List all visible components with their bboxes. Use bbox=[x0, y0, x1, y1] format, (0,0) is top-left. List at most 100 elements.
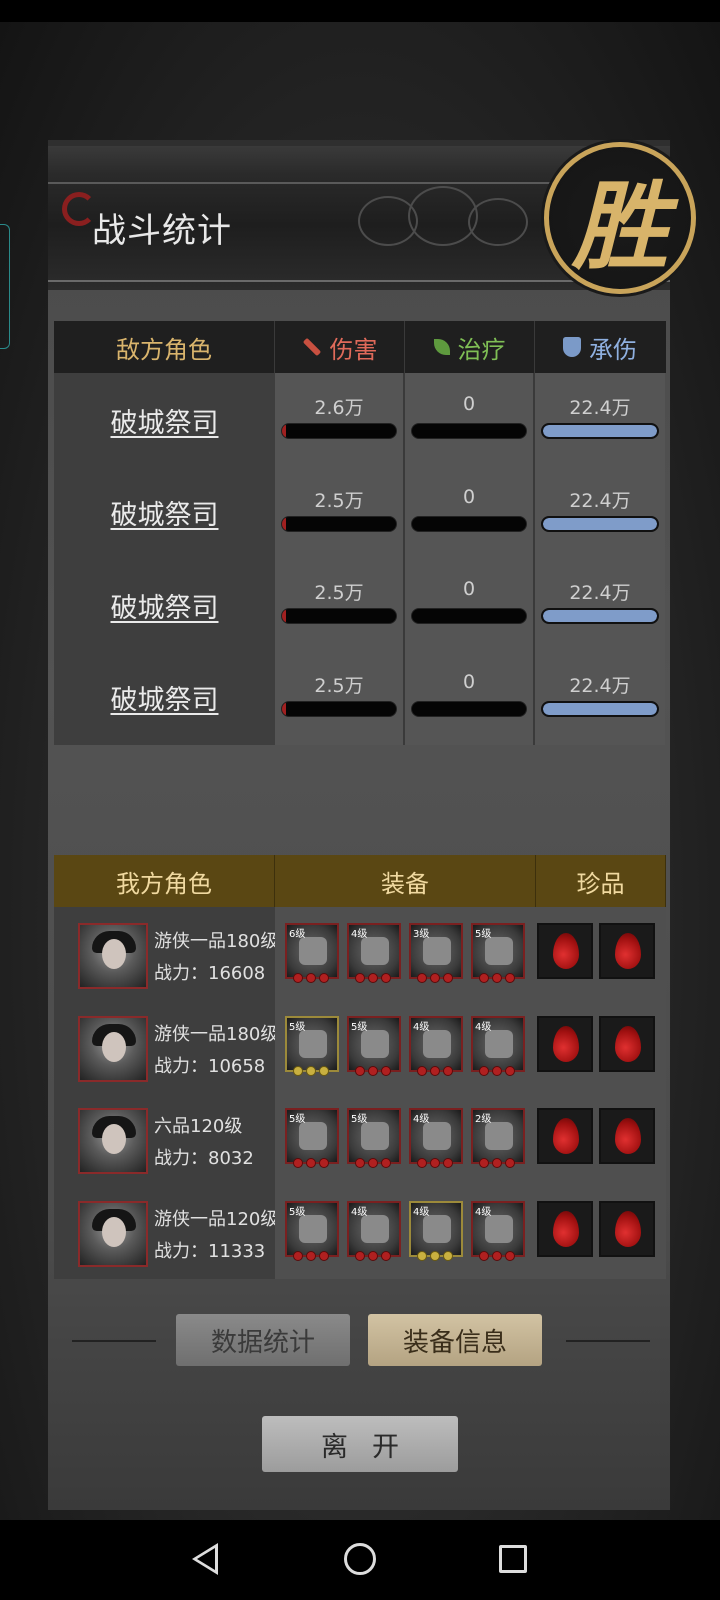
equipment-icon bbox=[485, 937, 513, 965]
star-dot bbox=[319, 1065, 329, 1076]
home-button[interactable] bbox=[335, 1534, 385, 1584]
star-dot bbox=[293, 1065, 303, 1076]
equipment-slot[interactable]: 5级 bbox=[285, 1015, 339, 1076]
equipment-icon bbox=[485, 1214, 513, 1243]
equipment-stars bbox=[417, 1065, 453, 1076]
enemy-name-link[interactable]: 破城祭司 bbox=[111, 678, 219, 717]
star-dot bbox=[306, 973, 316, 983]
damage-cell: 2.6万 bbox=[275, 373, 405, 467]
equipment-slot[interactable]: 2级 bbox=[471, 1108, 525, 1168]
enemy-name-link[interactable]: 破城祭司 bbox=[111, 493, 219, 532]
equipment-slot[interactable]: 4级 bbox=[347, 923, 401, 983]
ally-table-header: 我方角色 装备 珍品 bbox=[54, 855, 666, 907]
leave-button[interactable]: 离开 bbox=[262, 1416, 458, 1472]
equipment-slot[interactable]: 5级 bbox=[347, 1108, 401, 1168]
ally-role-header: 我方角色 bbox=[54, 855, 275, 907]
equipment-level: 5级 bbox=[289, 1206, 306, 1218]
equipment-slot[interactable]: 5级 bbox=[347, 1015, 401, 1076]
equipment-slot[interactable]: 5级 bbox=[285, 1108, 339, 1168]
star-dot bbox=[293, 973, 303, 983]
treasure-slot[interactable] bbox=[537, 1108, 593, 1164]
treasure-slot[interactable] bbox=[537, 1200, 593, 1257]
damage-cell: 2.5万 bbox=[275, 465, 405, 560]
star-dot bbox=[417, 1065, 427, 1076]
equipment-info-button[interactable]: 装备信息 bbox=[368, 1314, 542, 1366]
equipment-slot[interactable]: 5级 bbox=[471, 923, 525, 983]
red-gem-icon bbox=[553, 1118, 579, 1154]
character-rank: 六品120级 bbox=[154, 1116, 243, 1137]
taken-value: 22.4万 bbox=[569, 489, 631, 512]
recents-button[interactable] bbox=[488, 1534, 538, 1584]
damage-cell: 2.5万 bbox=[275, 558, 405, 652]
red-gem-icon bbox=[615, 933, 641, 969]
damage-value: 2.6万 bbox=[314, 397, 364, 419]
treasure-slot[interactable] bbox=[599, 1200, 655, 1257]
equipment-level: 5级 bbox=[289, 1114, 306, 1125]
damage-bar bbox=[281, 515, 397, 532]
equipment-slot[interactable]: 4级 bbox=[409, 1108, 463, 1168]
equipment-slot[interactable]: 4级 bbox=[409, 1015, 463, 1076]
damage-header: 伤害 bbox=[275, 321, 405, 373]
star-dot bbox=[430, 973, 440, 983]
star-dot bbox=[417, 1250, 427, 1261]
character-portrait[interactable] bbox=[78, 1015, 148, 1082]
taken-value: 22.4万 bbox=[569, 674, 631, 697]
equipment-slot[interactable]: 5级 bbox=[285, 1200, 339, 1261]
heal-value: 0 bbox=[462, 393, 476, 415]
star-dot bbox=[319, 1250, 329, 1261]
star-dot bbox=[306, 1158, 316, 1168]
data-stats-button[interactable]: 数据统计 bbox=[176, 1314, 350, 1366]
equipment-slot[interactable]: 4级 bbox=[471, 1015, 525, 1076]
side-tab[interactable] bbox=[0, 224, 10, 349]
equipment-level: 5级 bbox=[351, 1114, 368, 1125]
equipment-icon bbox=[423, 937, 451, 965]
equipment-icon bbox=[361, 1122, 389, 1150]
heal-bar bbox=[411, 423, 527, 439]
equipment-icon bbox=[485, 1029, 513, 1058]
treasure-slot[interactable] bbox=[537, 923, 593, 979]
heal-cell: 0 bbox=[405, 373, 535, 467]
star-dot bbox=[417, 1158, 427, 1168]
treasure-slot[interactable] bbox=[599, 1015, 655, 1072]
star-dot bbox=[381, 1250, 391, 1261]
home-circle-icon bbox=[344, 1543, 376, 1575]
character-portrait[interactable] bbox=[78, 1108, 148, 1174]
equipment-slot[interactable]: 4级 bbox=[347, 1200, 401, 1261]
character-portrait[interactable] bbox=[78, 1200, 148, 1267]
enemy-name-link[interactable]: 破城祭司 bbox=[111, 586, 219, 625]
treasure-slot[interactable] bbox=[599, 1108, 655, 1164]
ally-row: 六品120级 战力：8032 5级 5级 4级 2级 bbox=[54, 1092, 666, 1186]
heal-bar bbox=[411, 608, 527, 624]
character-portrait[interactable] bbox=[78, 923, 148, 989]
treasure-slot[interactable] bbox=[537, 1015, 593, 1072]
equipment-slot[interactable]: 3级 bbox=[409, 923, 463, 983]
star-dot bbox=[368, 973, 378, 983]
equipment-icon bbox=[361, 1214, 389, 1243]
power-value: 10658 bbox=[208, 1055, 266, 1077]
enemy-name-link[interactable]: 破城祭司 bbox=[111, 401, 219, 440]
star-dot bbox=[505, 1158, 515, 1168]
treasure-slot[interactable] bbox=[599, 923, 655, 979]
equipment-slot[interactable]: 4级 bbox=[471, 1200, 525, 1261]
ally-character-cell: 游侠一品120级 战力：11333 bbox=[54, 1184, 278, 1279]
back-triangle-icon bbox=[192, 1543, 218, 1575]
red-gem-icon bbox=[615, 1025, 641, 1062]
victory-label: 胜 bbox=[572, 169, 668, 283]
enemy-name-cell: 破城祭司 bbox=[54, 465, 275, 560]
equipment-icon bbox=[299, 1214, 327, 1243]
equipment-stars bbox=[355, 1065, 391, 1076]
divider-right bbox=[566, 1340, 650, 1342]
star-dot bbox=[505, 1065, 515, 1076]
back-button[interactable] bbox=[180, 1534, 230, 1584]
equipment-level: 4级 bbox=[351, 929, 368, 940]
heal-header: 治疗 bbox=[405, 321, 535, 373]
enemy-row: 破城祭司 2.6万 0 22.4万 bbox=[54, 373, 666, 467]
power-value: 11333 bbox=[208, 1240, 266, 1262]
heal-bar bbox=[411, 515, 527, 532]
ally-equipment-cell: 5级 5级 4级 2级 bbox=[275, 1092, 666, 1186]
star-dot bbox=[368, 1250, 378, 1261]
equipment-slot[interactable]: 4级 bbox=[409, 1200, 463, 1261]
equipment-slot[interactable]: 6级 bbox=[285, 923, 339, 983]
equipment-stars bbox=[293, 1250, 329, 1261]
equipment-stars bbox=[417, 1250, 453, 1261]
